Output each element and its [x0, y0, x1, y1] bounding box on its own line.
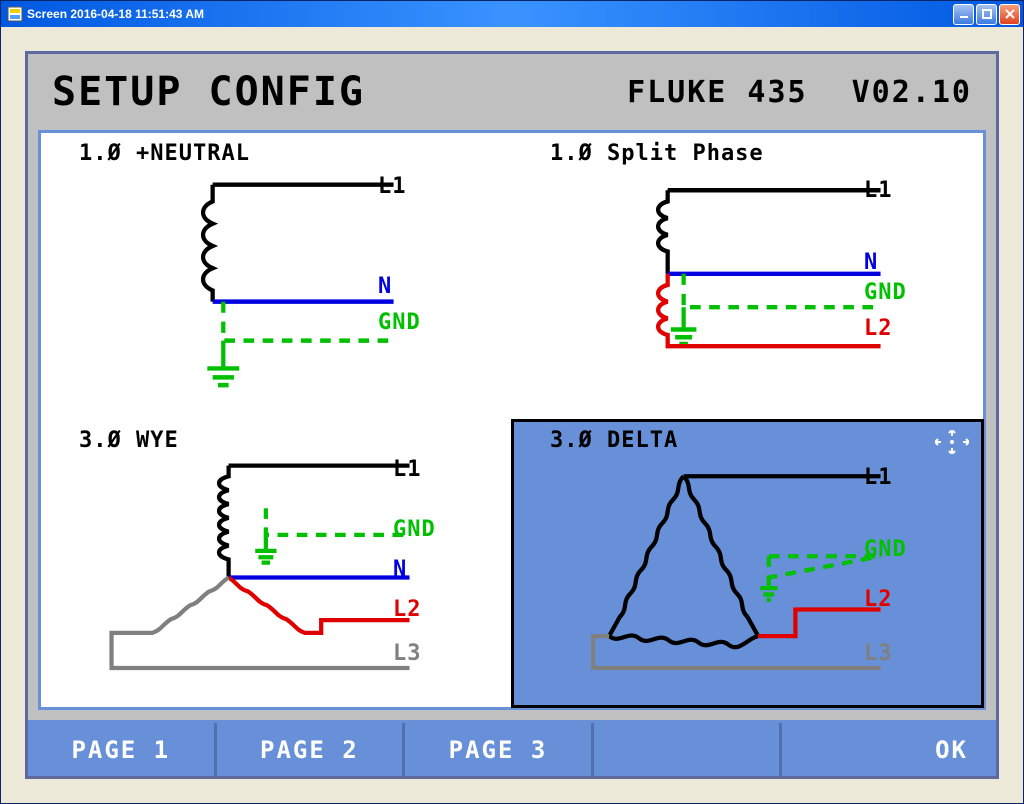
- config-1phi-split[interactable]: 1.Ø Split Phase L1 N GND: [512, 133, 983, 420]
- config-title: 3.Ø DELTA: [550, 428, 971, 453]
- wiring-diagram: L1 N GND: [53, 168, 500, 413]
- softkey-page1[interactable]: PAGE 1: [28, 723, 217, 776]
- line-label-n: N: [864, 250, 878, 275]
- line-label-l1: L1: [378, 174, 407, 199]
- line-label-n: N: [393, 557, 407, 582]
- line-label-l3: L3: [864, 641, 893, 666]
- config-3phi-delta[interactable]: 3.Ø DELTA: [512, 420, 983, 707]
- config-grid: 1.Ø +NEUTRAL L1 N GND: [38, 130, 986, 710]
- device-screen: SETUP CONFIG FLUKE 435 V02.10 1.Ø +NEUTR…: [25, 51, 999, 779]
- line-label-gnd: GND: [393, 517, 436, 542]
- line-label-gnd: GND: [864, 537, 907, 562]
- client-area: SETUP CONFIG FLUKE 435 V02.10 1.Ø +NEUTR…: [1, 27, 1023, 803]
- line-label-l3: L3: [393, 641, 422, 666]
- line-label-l1: L1: [864, 465, 893, 490]
- window-controls: [953, 4, 1020, 25]
- app-icon: [7, 6, 23, 22]
- line-label-l1: L1: [864, 178, 893, 203]
- config-title: 1.Ø Split Phase: [550, 141, 971, 166]
- line-label-gnd: GND: [378, 310, 421, 335]
- line-label-n: N: [378, 274, 392, 299]
- line-label-l2: L2: [864, 587, 893, 612]
- softkey-bar: PAGE 1 PAGE 2 PAGE 3 OK: [28, 720, 996, 776]
- softkey-page3[interactable]: PAGE 3: [405, 723, 594, 776]
- config-title: 3.Ø WYE: [79, 428, 500, 453]
- config-3phi-wye[interactable]: 3.Ø WYE L1 GND N: [41, 420, 512, 707]
- wiring-diagram: L1 N GND L2: [524, 168, 971, 413]
- titlebar: Screen 2016-04-18 11:51:43 AM: [1, 1, 1023, 27]
- close-button[interactable]: [999, 4, 1020, 25]
- minimize-button[interactable]: [953, 4, 974, 25]
- screen-header: SETUP CONFIG FLUKE 435 V02.10: [28, 54, 996, 130]
- softkey-ok[interactable]: OK: [782, 723, 996, 776]
- nav-arrows-icon: [935, 430, 969, 457]
- wiring-diagram: L1 GND N L2 L3: [53, 455, 500, 700]
- line-label-l2: L2: [393, 597, 422, 622]
- maximize-button[interactable]: [976, 4, 997, 25]
- page-title: SETUP CONFIG: [52, 69, 627, 115]
- line-label-l1: L1: [393, 457, 422, 482]
- app-window: Screen 2016-04-18 11:51:43 AM SETUP CONF…: [0, 0, 1024, 804]
- device-model: FLUKE 435: [627, 75, 808, 110]
- softkey-blank: [594, 723, 783, 776]
- line-label-gnd: GND: [864, 280, 907, 305]
- window-title: Screen 2016-04-18 11:51:43 AM: [27, 7, 953, 21]
- firmware-version: V02.10: [852, 75, 972, 110]
- softkey-page2[interactable]: PAGE 2: [217, 723, 406, 776]
- wiring-diagram: L1 GND L2 L3: [524, 455, 971, 700]
- config-title: 1.Ø +NEUTRAL: [79, 141, 500, 166]
- config-1phi-neutral[interactable]: 1.Ø +NEUTRAL L1 N GND: [41, 133, 512, 420]
- line-label-l2: L2: [864, 316, 893, 341]
